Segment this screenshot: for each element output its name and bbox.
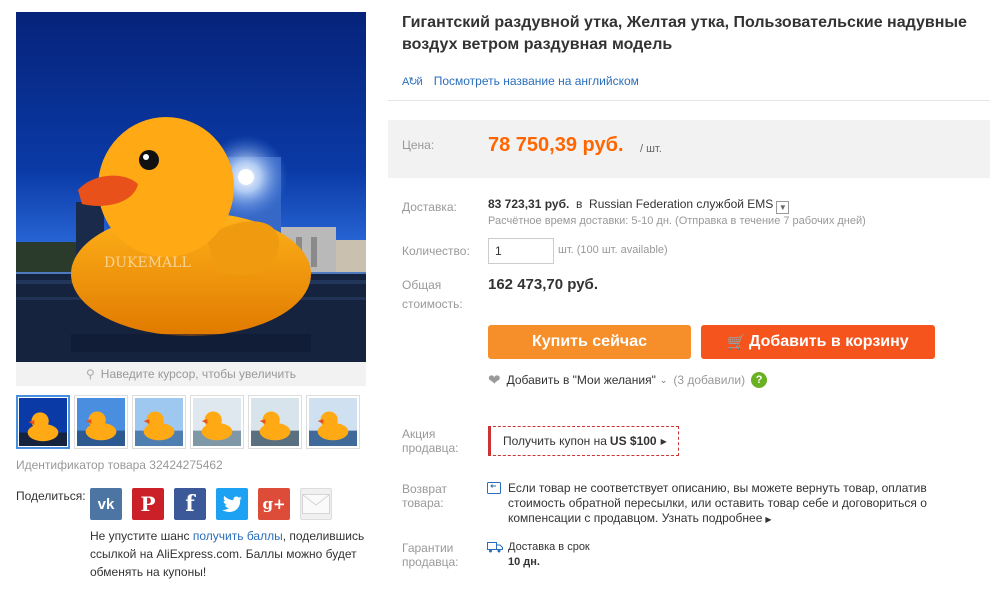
translate-row: A↻й Посмотреть название на английском <box>402 74 639 88</box>
thumbnail-5[interactable] <box>248 395 302 449</box>
shipping-price: 83 723,31 руб. <box>488 197 570 211</box>
share-promo: Не упустите шанс получить баллы, поделив… <box>90 527 380 581</box>
view-english-title-link[interactable]: Посмотреть название на английском <box>434 74 639 88</box>
thumbnail-3[interactable] <box>132 395 186 449</box>
zoom-hint: ⚲ Наведите курсор, чтобы увеличить <box>16 362 366 386</box>
get-points-link[interactable]: получить баллы <box>193 529 283 543</box>
share-promo-before: Не упустите шанс <box>90 529 193 543</box>
translate-icon: A↻й <box>402 75 423 88</box>
twitter-icon[interactable] <box>216 488 248 520</box>
price-unit: / шт. <box>640 143 662 155</box>
get-coupon-button[interactable]: Получить купон на US $100 ▶ <box>488 426 679 456</box>
quantity-label: Количество: <box>402 244 470 258</box>
thumbnail-6[interactable] <box>306 395 360 449</box>
guarantee-label-line2: продавца: <box>402 555 459 569</box>
returns-policy: Если товар не соответствует описанию, вы… <box>508 481 948 527</box>
total-label-line1: Общая <box>402 278 442 292</box>
wishlist-row: ❤ Добавить в "Мои желания" ⌄ (3 добавили… <box>488 371 768 389</box>
quantity-input[interactable] <box>488 238 554 264</box>
google-plus-icon[interactable]: g+ <box>258 488 290 520</box>
promo-label-line2: продавца: <box>402 441 459 455</box>
add-to-cart-button[interactable]: 🛒 Добавить в корзину <box>701 325 935 359</box>
product-title: Гигантский раздувной утка, Желтая утка, … <box>402 14 967 53</box>
shipping-info: 83 723,31 руб. в Russian Federation служ… <box>488 197 790 214</box>
product-main-image[interactable]: DUKEMALL <box>16 12 366 362</box>
mail-icon[interactable] <box>300 488 332 520</box>
shipping-estimate: Расчётное время доставки: 5-10 дн. (Отпр… <box>488 215 866 227</box>
return-icon <box>487 482 503 495</box>
pinterest-icon[interactable]: P <box>132 488 164 520</box>
divider <box>388 100 990 101</box>
shipping-destination[interactable]: Russian Federation службой EMS <box>589 197 773 211</box>
thumbnail-2[interactable] <box>74 395 128 449</box>
heart-icon[interactable]: ❤ <box>488 371 501 389</box>
watermark-text: DUKEMALL <box>104 255 191 271</box>
cart-icon: 🛒 <box>727 334 746 351</box>
coupon-text: Получить купон на <box>503 434 607 448</box>
guarantee-days: 10 дн. <box>508 556 540 568</box>
vk-icon[interactable]: vk <box>90 488 122 520</box>
thumbnail-strip <box>16 395 360 449</box>
price-label: Цена: <box>402 138 435 152</box>
add-to-wishlist-link[interactable]: Добавить в "Мои желания" <box>507 373 656 387</box>
chevron-down-icon[interactable]: ▼ <box>776 201 790 214</box>
facebook-icon[interactable]: f <box>174 488 206 520</box>
quantity-note: шт. (100 шт. available) <box>558 244 668 256</box>
price-value: 78 750,39 руб. <box>488 134 624 156</box>
product-id: Идентификатор товара 32424275462 <box>16 458 223 472</box>
share-label: Поделиться: <box>16 489 86 503</box>
zoom-hint-text: Наведите курсор, чтобы увеличить <box>100 367 296 381</box>
shipping-in: в <box>575 197 583 211</box>
buy-now-button[interactable]: Купить сейчас <box>488 325 691 359</box>
share-icons: vk P f g+ <box>90 488 332 520</box>
price-box <box>388 120 990 178</box>
magnifier-icon: ⚲ <box>86 367 95 381</box>
help-icon[interactable]: ? <box>751 372 768 388</box>
shipping-label: Доставка: <box>402 200 457 214</box>
total-value: 162 473,70 руб. <box>488 276 598 293</box>
caret-right-icon: ▶ <box>660 436 667 446</box>
wishlist-count: (3 добавили) <box>673 373 746 387</box>
duck-photo: DUKEMALL <box>16 117 366 362</box>
add-to-cart-label: Добавить в корзину <box>748 333 909 350</box>
total-label-line2: стоимость: <box>402 297 463 311</box>
returns-text[interactable]: Если товар не соответствует описанию, вы… <box>508 481 927 525</box>
truck-icon <box>487 541 503 554</box>
coupon-amount: US $100 <box>609 434 657 448</box>
returns-label-line2: товара: <box>402 496 444 510</box>
guarantee-text: Доставка в срок <box>508 541 590 553</box>
thumbnail-4[interactable] <box>190 395 244 449</box>
chevron-down-icon[interactable]: ⌄ <box>660 375 668 386</box>
thumbnail-1[interactable] <box>16 395 70 449</box>
caret-right-icon: ▶ <box>765 515 772 524</box>
